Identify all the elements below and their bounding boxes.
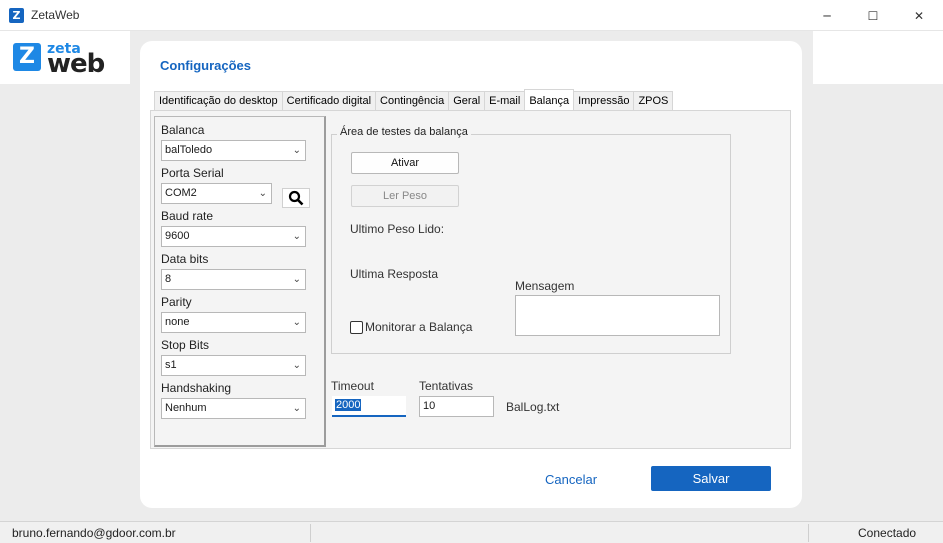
test-area-group: Área de testes da balança Ativar Ler Pes… bbox=[331, 126, 731, 354]
cancel-button[interactable]: Cancelar bbox=[545, 472, 597, 487]
chevron-down-icon: ⌄ bbox=[292, 145, 301, 156]
settings-dialog: Configurações Identificação do desktop C… bbox=[140, 41, 802, 508]
balanca-tab-panel: Balanca balToledo ⌄ Porta Serial COM2 ⌄ … bbox=[150, 110, 791, 449]
window-title: ZetaWeb bbox=[31, 8, 80, 22]
test-area-legend: Área de testes da balança bbox=[337, 126, 471, 138]
handshaking-select[interactable]: Nenhum ⌄ bbox=[161, 398, 306, 419]
app-logo-icon: Z bbox=[9, 8, 24, 23]
baud-rate-label: Baud rate bbox=[161, 209, 214, 223]
chevron-down-icon: ⌄ bbox=[292, 317, 301, 328]
chevron-down-icon: ⌄ bbox=[292, 360, 301, 371]
baud-rate-value: 9600 bbox=[165, 230, 190, 242]
status-bar: bruno.fernando@gdoor.com.br Conectado bbox=[0, 521, 943, 543]
log-file-label: BalLog.txt bbox=[506, 400, 560, 414]
status-divider bbox=[310, 524, 311, 542]
parity-select[interactable]: none ⌄ bbox=[161, 312, 306, 333]
brand-logo: Z zeta web bbox=[0, 31, 130, 84]
header-right-panel bbox=[813, 31, 943, 84]
search-icon bbox=[288, 190, 304, 206]
message-box[interactable] bbox=[515, 295, 720, 336]
parity-value: none bbox=[165, 316, 190, 328]
activate-button[interactable]: Ativar bbox=[351, 152, 459, 174]
data-bits-value: 8 bbox=[165, 273, 172, 285]
parity-label: Parity bbox=[161, 295, 192, 309]
tab-zpos[interactable]: ZPOS bbox=[633, 91, 674, 111]
dialog-title: Configurações bbox=[160, 58, 252, 73]
title-bar: Z ZetaWeb ─ ☐ ✕ bbox=[0, 0, 943, 31]
porta-serial-select[interactable]: COM2 ⌄ bbox=[161, 183, 272, 204]
monitor-label: Monitorar a Balança bbox=[365, 320, 473, 334]
porta-serial-label: Porta Serial bbox=[161, 166, 224, 180]
logo-mark-icon: Z bbox=[13, 43, 41, 71]
chevron-down-icon: ⌄ bbox=[292, 231, 301, 242]
tab-email[interactable]: E-mail bbox=[484, 91, 526, 111]
connection-status: Conectado bbox=[858, 526, 917, 540]
handshaking-label: Handshaking bbox=[161, 381, 232, 395]
attempts-label: Tentativas bbox=[419, 379, 474, 393]
logo-text-bottom: web bbox=[47, 49, 105, 79]
minimize-icon[interactable]: ─ bbox=[804, 0, 850, 31]
porta-serial-value: COM2 bbox=[165, 187, 197, 199]
timeout-label: Timeout bbox=[331, 379, 374, 393]
chevron-down-icon: ⌄ bbox=[292, 274, 301, 285]
timeout-value: 2000 bbox=[335, 399, 362, 411]
balanca-label: Balanca bbox=[161, 123, 205, 137]
attempts-input[interactable]: 10 bbox=[419, 396, 494, 417]
status-divider bbox=[808, 524, 809, 542]
tab-geral[interactable]: Geral bbox=[448, 91, 486, 111]
handshaking-value: Nenhum bbox=[165, 402, 207, 414]
maximize-icon[interactable]: ☐ bbox=[850, 0, 896, 31]
tab-contingencia[interactable]: Contingência bbox=[375, 91, 450, 111]
stop-bits-select[interactable]: s1 ⌄ bbox=[161, 355, 306, 376]
tab-balanca[interactable]: Balança bbox=[524, 89, 575, 111]
user-email: bruno.fernando@gdoor.com.br bbox=[12, 526, 176, 540]
stop-bits-label: Stop Bits bbox=[161, 338, 210, 352]
chevron-down-icon: ⌄ bbox=[258, 188, 267, 199]
data-bits-label: Data bits bbox=[161, 252, 209, 266]
search-port-button[interactable] bbox=[282, 188, 310, 208]
tab-certificado[interactable]: Certificado digital bbox=[281, 91, 377, 111]
close-icon[interactable]: ✕ bbox=[896, 0, 942, 31]
serial-settings-panel: Balanca balToledo ⌄ Porta Serial COM2 ⌄ … bbox=[154, 116, 326, 447]
balanca-value: balToledo bbox=[165, 144, 213, 156]
baud-rate-select[interactable]: 9600 ⌄ bbox=[161, 226, 306, 247]
timeout-input[interactable]: 2000 bbox=[332, 396, 406, 417]
save-button[interactable]: Salvar bbox=[651, 466, 771, 491]
monitor-checkbox[interactable] bbox=[350, 321, 363, 334]
last-weight-label: Ultimo Peso Lido: bbox=[350, 222, 445, 236]
read-weight-button[interactable]: Ler Peso bbox=[351, 185, 459, 207]
tab-impressao[interactable]: Impressão bbox=[573, 91, 635, 111]
last-response-label: Ultima Resposta bbox=[350, 267, 439, 281]
tab-identificacao[interactable]: Identificação do desktop bbox=[154, 91, 283, 111]
data-bits-select[interactable]: 8 ⌄ bbox=[161, 269, 306, 290]
balanca-select[interactable]: balToledo ⌄ bbox=[161, 140, 306, 161]
chevron-down-icon: ⌄ bbox=[292, 403, 301, 414]
message-label: Mensagem bbox=[515, 279, 575, 293]
stop-bits-value: s1 bbox=[165, 359, 177, 371]
tab-bar: Identificação do desktop Certificado dig… bbox=[154, 89, 674, 111]
